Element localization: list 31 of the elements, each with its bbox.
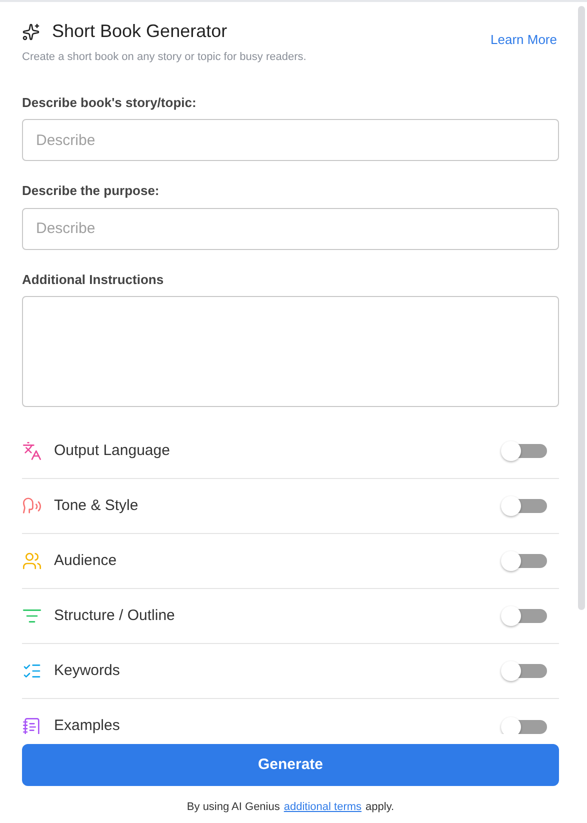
option-toggle[interactable] xyxy=(500,714,548,734)
field-label: Additional Instructions xyxy=(22,270,165,288)
terms-link[interactable]: additional terms xyxy=(284,799,362,816)
describe-field[interactable]: Describe xyxy=(22,208,559,250)
translate-icon xyxy=(22,441,42,461)
option-label: Output Language xyxy=(54,440,171,461)
option-toggle[interactable] xyxy=(500,659,548,683)
option-label: Tone & Style xyxy=(54,496,140,516)
option-label: Audience xyxy=(54,550,118,571)
users-icon xyxy=(22,551,42,571)
terms-text: By using AI Genius xyxy=(186,800,280,815)
page-subtitle: Create a short book on any story or topic for busy readers. xyxy=(22,50,306,65)
field-label: Describe book's story/topic: xyxy=(22,94,198,112)
notebook-icon xyxy=(22,716,42,734)
option-toggle[interactable] xyxy=(500,604,548,628)
scrollbar-thumb[interactable] xyxy=(578,6,585,610)
option-toggle[interactable] xyxy=(500,549,548,573)
sparkles-icon xyxy=(22,22,40,40)
option-toggle[interactable] xyxy=(500,439,548,463)
generate-button[interactable]: Generate xyxy=(22,744,559,786)
page-title: Short Book Generator xyxy=(52,20,228,43)
option-toggle[interactable] xyxy=(500,494,548,518)
field-label: Describe the purpose: xyxy=(22,182,160,200)
option-label: Examples xyxy=(54,716,121,734)
option-label: Keywords xyxy=(54,660,121,681)
terms-text: apply. xyxy=(366,800,394,815)
describe-field[interactable]: Describe xyxy=(22,119,559,161)
option-label: Structure / Outline xyxy=(54,606,176,626)
person-speaking-icon xyxy=(22,496,42,516)
learn-more-link[interactable]: Learn More xyxy=(490,30,557,50)
instructions-field[interactable] xyxy=(22,296,559,407)
